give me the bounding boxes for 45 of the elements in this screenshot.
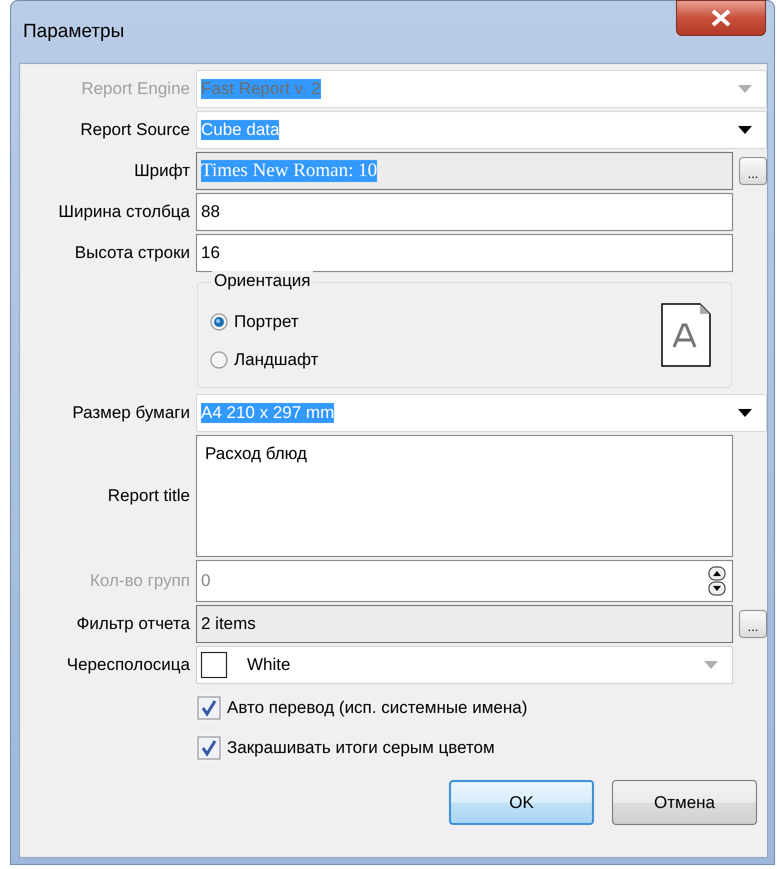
color-dropdown[interactable]: White <box>196 646 733 684</box>
field-value: A4 210 x 297 mm <box>201 403 334 423</box>
browse-button[interactable]: ... <box>739 157 767 185</box>
window-title: Параметры <box>23 21 124 43</box>
dropdown-arrow-icon[interactable] <box>738 409 752 417</box>
radio-button[interactable] <box>210 351 228 369</box>
field-label: Шрифт <box>133 161 190 181</box>
field-label: Report Source <box>79 120 190 140</box>
radio-label[interactable]: Портрет <box>234 312 299 332</box>
dialog-button[interactable]: OK <box>449 780 594 825</box>
checkbox-label[interactable]: Закрашивать итоги серым цветом <box>227 738 495 758</box>
input-field[interactable]: 16 <box>196 234 733 272</box>
radio-label[interactable]: Ландшафт <box>234 350 318 370</box>
field-label: Фильтр отчета <box>76 614 190 634</box>
picker-field[interactable]: 2 items <box>196 605 733 643</box>
field-value: Fast Report v. 2 <box>201 79 321 99</box>
page-letter-icon <box>661 303 711 367</box>
field-label: Report title <box>106 486 190 506</box>
field-value: 88 <box>201 202 220 222</box>
close-icon <box>710 9 732 27</box>
field-value: Расход блюд <box>205 444 307 464</box>
field-label: Кол-во групп <box>89 571 190 591</box>
field-label: Ширина столбца <box>57 202 190 222</box>
group-title: Ориентация <box>212 271 313 291</box>
checkbox[interactable] <box>197 736 221 760</box>
text-area[interactable]: Расход блюд <box>196 435 733 557</box>
field-value: White <box>247 655 290 675</box>
field-value: 16 <box>201 243 220 263</box>
checkbox-label[interactable]: Авто перевод (исп. системные имена) <box>227 698 528 718</box>
close-button[interactable] <box>676 0 766 36</box>
checkbox[interactable] <box>197 696 221 720</box>
field-label: Размер бумаги <box>71 403 190 423</box>
browse-button[interactable]: ... <box>739 610 767 638</box>
input-field[interactable]: 88 <box>196 193 733 231</box>
radio-button[interactable] <box>210 313 228 331</box>
field-label: Чересполосица <box>66 655 190 675</box>
dialog-button[interactable]: Отмена <box>612 780 757 825</box>
field-value: 0 <box>201 571 210 591</box>
dropdown-arrow-icon[interactable] <box>738 126 752 134</box>
spin-arrows-icon[interactable] <box>708 566 726 596</box>
field-label: Report Engine <box>80 79 190 99</box>
field-label: Высота строки <box>74 243 190 263</box>
field-value: Cube data <box>201 120 280 140</box>
field-value: Times New Roman: 10 <box>201 160 378 182</box>
field-value: 2 items <box>201 614 256 634</box>
